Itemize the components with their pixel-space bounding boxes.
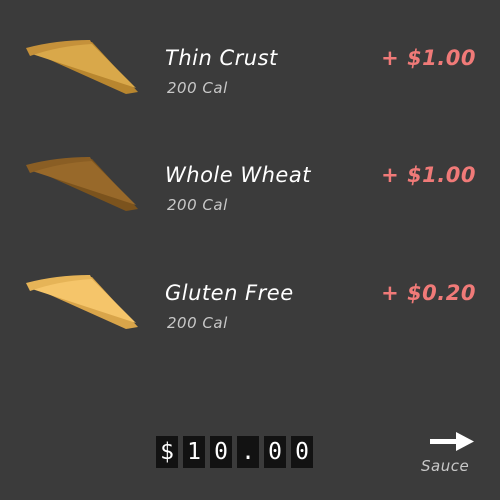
total-digit: 1	[183, 436, 205, 468]
crust-option-thin-crust[interactable]: Thin Crust 200 Cal + $1.00	[0, 40, 500, 130]
total-digit: .	[237, 436, 259, 468]
crust-option-whole-wheat[interactable]: Whole Wheat 200 Cal + $1.00	[0, 157, 500, 247]
crust-option-gluten-free[interactable]: Gluten Free 200 Cal + $0.20	[0, 275, 500, 365]
option-name: Whole Wheat	[165, 163, 311, 187]
whole-wheat-slice-icon	[26, 157, 138, 211]
option-price: + $1.00	[381, 46, 476, 70]
option-price: + $1.00	[381, 163, 476, 187]
right-arrow-icon	[430, 432, 474, 451]
option-price: + $0.20	[381, 281, 476, 305]
total-digit: 0	[210, 436, 232, 468]
option-name: Thin Crust	[165, 46, 278, 70]
option-name: Gluten Free	[165, 281, 294, 305]
option-calories: 200 Cal	[167, 314, 228, 332]
option-calories: 200 Cal	[167, 79, 228, 97]
option-calories: 200 Cal	[167, 196, 228, 214]
thin-crust-slice-icon	[26, 40, 138, 94]
next-sauce-button[interactable]: Sauce	[418, 430, 480, 478]
total-digit: 0	[291, 436, 313, 468]
total-digit: 0	[264, 436, 286, 468]
gluten-free-slice-icon	[26, 275, 138, 329]
next-button-label: Sauce	[421, 457, 470, 475]
total-digit: $	[156, 436, 178, 468]
total-price-display: $ 1 0 . 0 0	[156, 436, 313, 468]
